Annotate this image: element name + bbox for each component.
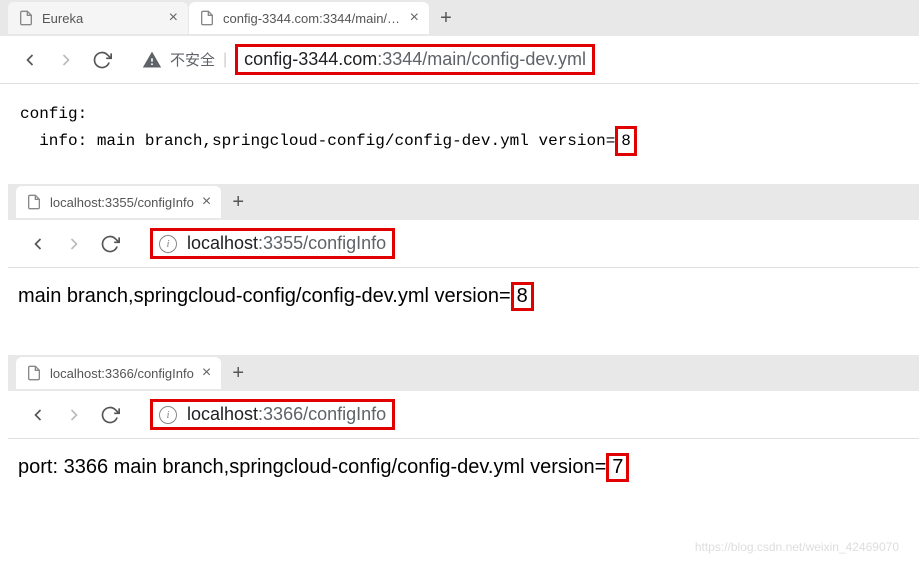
- page-content: config: info: main branch,springcloud-co…: [0, 84, 919, 164]
- reload-button[interactable]: [92, 397, 128, 433]
- browser-window-1: Eureka × config-3344.com:3344/main/con ×…: [0, 0, 919, 164]
- forward-button[interactable]: [56, 226, 92, 262]
- url-highlight: i localhost:3355/configInfo: [150, 228, 395, 259]
- tab-title: localhost:3355/configInfo: [50, 195, 194, 210]
- version-highlight: 8: [511, 282, 534, 311]
- tab-config[interactable]: config-3344.com:3344/main/con ×: [189, 2, 429, 34]
- security-label: 不安全: [170, 49, 215, 70]
- back-button[interactable]: [20, 397, 56, 433]
- warning-icon: [142, 50, 162, 70]
- url-highlight: i localhost:3366/configInfo: [150, 399, 395, 430]
- nav-bar: 不安全 | config-3344.com:3344/main/config-d…: [0, 36, 919, 84]
- browser-window-3: localhost:3366/configInfo × + i localhos…: [8, 355, 919, 496]
- new-tab-button[interactable]: +: [430, 2, 462, 34]
- close-icon[interactable]: ×: [202, 364, 211, 382]
- page-icon: [26, 365, 42, 381]
- new-tab-button[interactable]: +: [222, 357, 254, 389]
- url-text: config-3344.com:3344/main/config-dev.yml: [244, 49, 586, 70]
- reload-button[interactable]: [92, 226, 128, 262]
- tab-title: config-3344.com:3344/main/con: [223, 11, 402, 26]
- new-tab-button[interactable]: +: [222, 186, 254, 218]
- tab-configinfo-3366[interactable]: localhost:3366/configInfo ×: [16, 357, 221, 389]
- nav-bar: i localhost:3355/configInfo: [8, 220, 919, 268]
- close-icon[interactable]: ×: [169, 9, 178, 27]
- tab-eureka[interactable]: Eureka ×: [8, 2, 188, 34]
- browser-window-2: localhost:3355/configInfo × + i localhos…: [8, 184, 919, 325]
- address-bar[interactable]: i localhost:3355/configInfo: [140, 227, 907, 261]
- url-text: localhost:3366/configInfo: [187, 404, 386, 425]
- watermark: https://blog.csdn.net/weixin_42469070: [695, 540, 899, 554]
- close-icon[interactable]: ×: [410, 9, 419, 27]
- close-icon[interactable]: ×: [202, 193, 211, 211]
- nav-bar: i localhost:3366/configInfo: [8, 391, 919, 439]
- info-icon: i: [159, 235, 177, 253]
- content-text: main branch,springcloud-config/config-de…: [18, 285, 511, 307]
- back-button[interactable]: [12, 42, 48, 78]
- content-text: port: 3366 main branch,springcloud-confi…: [18, 456, 606, 478]
- info-icon: i: [159, 406, 177, 424]
- back-button[interactable]: [20, 226, 56, 262]
- separator: |: [223, 51, 227, 69]
- forward-button[interactable]: [56, 397, 92, 433]
- tab-bar: localhost:3355/configInfo × +: [8, 184, 919, 220]
- tab-bar: localhost:3366/configInfo × +: [8, 355, 919, 391]
- tab-configinfo-3355[interactable]: localhost:3355/configInfo ×: [16, 186, 221, 218]
- page-icon: [26, 194, 42, 210]
- page-content: port: 3366 main branch,springcloud-confi…: [8, 439, 919, 496]
- page-icon: [199, 10, 215, 26]
- forward-button[interactable]: [48, 42, 84, 78]
- page-icon: [18, 10, 34, 26]
- url-highlight: config-3344.com:3344/main/config-dev.yml: [235, 44, 595, 75]
- url-text: localhost:3355/configInfo: [187, 233, 386, 254]
- address-bar[interactable]: 不安全 | config-3344.com:3344/main/config-d…: [132, 43, 907, 77]
- content-text: config: info: main branch,springcloud-co…: [20, 105, 615, 150]
- address-bar[interactable]: i localhost:3366/configInfo: [140, 398, 907, 432]
- tab-title: Eureka: [42, 11, 161, 26]
- tab-title: localhost:3366/configInfo: [50, 366, 194, 381]
- version-highlight: 7: [606, 453, 629, 482]
- tab-bar: Eureka × config-3344.com:3344/main/con ×…: [0, 0, 919, 36]
- reload-button[interactable]: [84, 42, 120, 78]
- page-content: main branch,springcloud-config/config-de…: [8, 268, 919, 325]
- version-highlight: 8: [615, 126, 637, 156]
